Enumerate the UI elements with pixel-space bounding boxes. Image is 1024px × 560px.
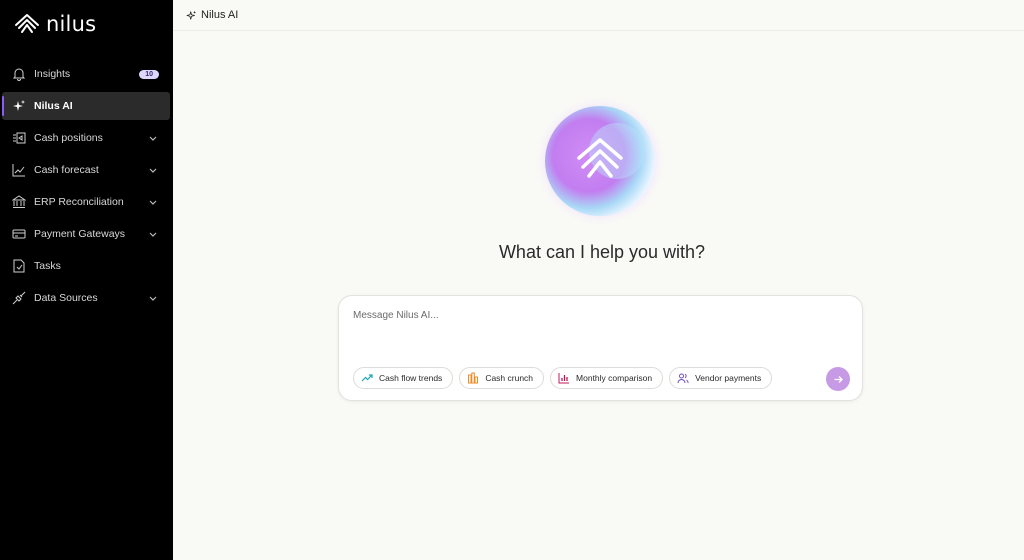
sidebar-item-label: Payment Gateways xyxy=(34,228,126,240)
line-chart-icon xyxy=(11,162,27,178)
sidebar-item-nilus-ai[interactable]: Nilus AI xyxy=(2,92,170,120)
sidebar-item-label: Cash forecast xyxy=(34,164,99,176)
brand-name: nilus xyxy=(46,12,97,36)
sidebar-item-label: Data Sources xyxy=(34,292,98,304)
plug-icon xyxy=(11,290,27,306)
suggestion-chip-cash-crunch[interactable]: Cash crunch xyxy=(459,367,545,389)
sidebar-item-label: Nilus AI xyxy=(34,100,73,112)
sidebar-item-data-sources[interactable]: Data Sources xyxy=(2,284,170,312)
chip-label: Cash flow trends xyxy=(379,373,443,383)
suggestion-chip-vendor-payments[interactable]: Vendor payments xyxy=(669,367,773,389)
sidebar-item-label: Tasks xyxy=(34,260,61,272)
chip-label: Cash crunch xyxy=(485,373,534,383)
chat-composer: Cash flow trends Cash crunch Monthly com… xyxy=(338,295,863,401)
sidebar-item-cash-positions[interactable]: Cash positions xyxy=(2,124,170,152)
cash-positions-icon xyxy=(11,130,27,146)
bell-icon xyxy=(11,66,27,82)
sidebar-item-label: Cash positions xyxy=(34,132,103,144)
chevron-down-icon[interactable] xyxy=(148,229,158,239)
sidebar-item-cash-forecast[interactable]: Cash forecast xyxy=(2,156,170,184)
tasks-icon xyxy=(11,258,27,274)
chip-label: Monthly comparison xyxy=(576,373,653,383)
suggestion-chips: Cash flow trends Cash crunch Monthly com… xyxy=(353,367,773,389)
nilus-ai-orb-icon xyxy=(536,97,664,225)
chip-label: Vendor payments xyxy=(695,373,762,383)
assistant-prompt-heading: What can I help you with? xyxy=(498,242,706,262)
sidebar-nav: Insights 10 Nilus AI Cash positions Cash… xyxy=(0,60,173,316)
message-input[interactable] xyxy=(353,310,833,321)
users-icon xyxy=(677,373,689,384)
sidebar: nilus Insights 10 Nilus AI Cash position… xyxy=(0,0,173,560)
credit-card-icon xyxy=(11,226,27,242)
bank-icon xyxy=(11,194,27,210)
sidebar-item-label: ERP Reconciliation xyxy=(34,196,124,208)
insights-count-badge: 10 xyxy=(139,69,159,79)
trending-up-icon xyxy=(361,374,373,382)
chevron-down-icon[interactable] xyxy=(148,165,158,175)
column-chart-icon xyxy=(558,373,570,384)
suggestion-chip-cash-flow-trends[interactable]: Cash flow trends xyxy=(353,367,454,389)
sparkle-icon xyxy=(11,98,27,114)
send-button[interactable] xyxy=(826,367,850,391)
arrow-right-icon xyxy=(834,375,843,383)
suggestion-chip-monthly-comparison[interactable]: Monthly comparison xyxy=(550,367,664,389)
nilus-logo-icon xyxy=(15,14,39,33)
chevron-down-icon[interactable] xyxy=(148,293,158,303)
sidebar-item-label: Insights xyxy=(34,68,71,80)
chevron-down-icon[interactable] xyxy=(148,133,158,143)
sparkle-icon xyxy=(186,10,197,20)
brand-logo[interactable]: nilus xyxy=(14,12,96,36)
sidebar-item-insights[interactable]: Insights 10 xyxy=(2,60,170,88)
sidebar-item-erp-reconciliation[interactable]: ERP Reconciliation xyxy=(2,188,170,216)
chevron-down-icon[interactable] xyxy=(148,197,158,207)
sidebar-item-tasks[interactable]: Tasks xyxy=(2,252,170,280)
page-title: Nilus AI xyxy=(201,9,239,21)
bar-chart-icon xyxy=(468,372,479,384)
sidebar-item-payment-gateways[interactable]: Payment Gateways xyxy=(2,220,170,248)
page-header: Nilus AI xyxy=(173,0,1024,31)
